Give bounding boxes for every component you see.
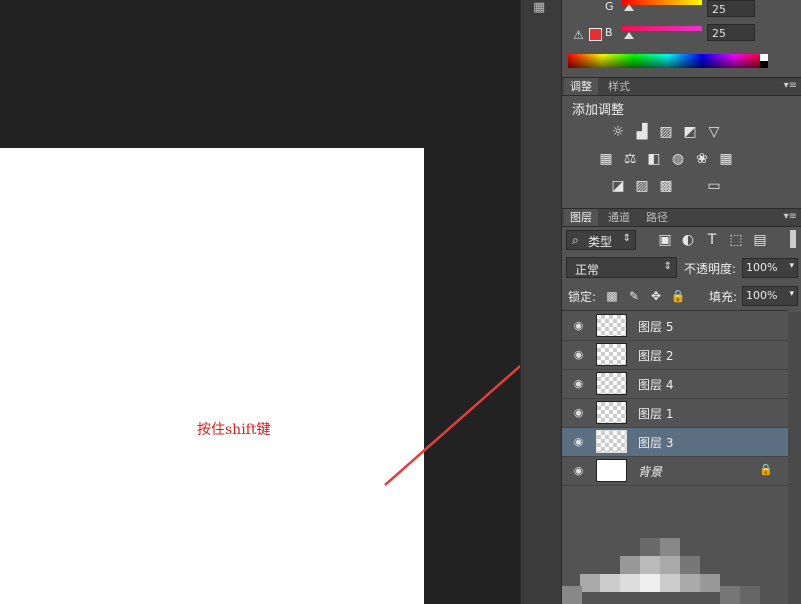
layer-thumbnail (596, 430, 627, 453)
layer-row[interactable]: ◉ 图层 1 (562, 399, 788, 428)
layers-list-divider (562, 310, 788, 311)
blend-mode-value: 正常 (575, 263, 600, 277)
gamut-swatch[interactable] (589, 28, 602, 41)
layer-name[interactable]: 背景 (638, 463, 662, 480)
fill-field[interactable]: 100% ▾ (742, 286, 798, 306)
filter-adjustment-icon[interactable]: ◐ (679, 232, 697, 248)
lock-label: 锁定: (568, 290, 597, 304)
layers-menu-icon[interactable]: ▾≡ (784, 211, 797, 222)
channel-mixer-icon[interactable]: ❀ (693, 151, 711, 167)
exposure-icon[interactable]: ◩ (681, 124, 699, 140)
levels-icon[interactable]: ▟ (633, 124, 651, 140)
layer-thumbnail (596, 343, 627, 366)
hue-saturation-icon[interactable]: ▦ (597, 151, 615, 167)
brightness-icon[interactable]: ☼ (609, 124, 627, 140)
visibility-eye-icon[interactable]: ◉ (572, 348, 585, 361)
layer-name[interactable]: 图层 5 (638, 318, 673, 335)
b-channel-slider[interactable] (622, 26, 702, 31)
layer-row-selected[interactable]: ◉ 图层 3 (562, 428, 788, 457)
tab-paths[interactable]: 路径 (640, 209, 674, 226)
chevron-down-icon[interactable]: ▾ (789, 261, 794, 271)
blend-mode-select[interactable]: 正常 ⇕ (566, 257, 677, 278)
b-channel-label: B (605, 26, 613, 39)
photo-filter-icon[interactable]: ◍ (669, 151, 687, 167)
chevron-down-icon[interactable]: ▾ (789, 289, 794, 299)
panel-dock-gutter (520, 0, 563, 604)
lock-position-icon[interactable]: ✥ (647, 288, 665, 304)
lock-transparency-icon[interactable]: ▩ (603, 288, 621, 304)
layer-row-background[interactable]: ◉ 背景 🔒 (562, 457, 788, 486)
b-value-field[interactable]: 25 (707, 24, 755, 41)
curves-icon[interactable]: ▨ (657, 124, 675, 140)
filter-type-icon[interactable]: T (703, 232, 721, 248)
layer-row[interactable]: ◉ 图层 5 (562, 312, 788, 341)
layer-thumbnail (596, 314, 627, 337)
g-channel-slider[interactable] (622, 0, 702, 5)
layer-row[interactable]: ◉ 图层 2 (562, 341, 788, 370)
g-channel-label: G (605, 0, 614, 13)
filter-pixel-icon[interactable]: ▣ (656, 232, 674, 248)
filter-smart-object-icon[interactable]: ▤ (751, 232, 769, 248)
opacity-label: 不透明度: (684, 262, 737, 276)
opacity-value: 100% (746, 261, 778, 274)
layer-thumbnail (596, 459, 627, 482)
layer-name[interactable]: 图层 1 (638, 405, 673, 422)
color-balance-icon[interactable]: ⚖ (621, 151, 639, 167)
lock-icon: 🔒 (759, 463, 773, 476)
fill-label: 填充: (709, 290, 738, 304)
fill-value: 100% (746, 289, 778, 302)
chevron-updown-icon: ⇕ (622, 233, 631, 244)
opacity-field[interactable]: 100% ▾ (742, 258, 798, 278)
layer-name[interactable]: 图层 4 (638, 376, 673, 393)
layer-thumbnail (596, 372, 627, 395)
b-slider-thumb[interactable] (624, 32, 634, 39)
layer-row[interactable]: ◉ 图层 4 (562, 370, 788, 399)
g-value-field[interactable]: 25 (707, 0, 755, 17)
search-icon: ⌕ (572, 233, 579, 247)
visibility-eye-icon[interactable]: ◉ (572, 406, 585, 419)
visibility-eye-icon[interactable]: ◉ (572, 377, 585, 390)
visibility-eye-icon[interactable]: ◉ (572, 464, 585, 477)
lock-brush-icon[interactable]: ✎ (625, 288, 643, 304)
posterize-icon[interactable]: ▨ (633, 178, 651, 194)
spectrum-white-swatch[interactable] (760, 54, 768, 61)
adjustments-tabbar: 调整 样式 ▾≡ (562, 77, 801, 96)
invert-icon[interactable]: ◪ (609, 178, 627, 194)
layer-thumbnail (596, 401, 627, 424)
filter-label: 类型 (588, 235, 613, 249)
filter-toggle-switch[interactable] (790, 230, 796, 248)
tab-adjustments[interactable]: 调整 (564, 78, 598, 95)
vibrance-icon[interactable]: ▽ (705, 124, 723, 140)
black-white-icon[interactable]: ◧ (645, 151, 663, 167)
layer-name[interactable]: 图层 2 (638, 347, 673, 364)
pixelated-watermark (562, 538, 801, 604)
g-slider-thumb[interactable] (624, 4, 634, 11)
adjustments-title: 添加调整 (572, 103, 625, 118)
color-spectrum-ramp[interactable] (568, 54, 768, 68)
chevron-updown-icon: ⇕ (663, 261, 672, 272)
tab-channels[interactable]: 通道 (602, 209, 636, 226)
visibility-eye-icon[interactable]: ◉ (572, 319, 585, 332)
layers-tabbar: 图层 通道 路径 ▾≡ (562, 208, 801, 227)
panel-toggle-icon[interactable]: ▦ (533, 0, 549, 16)
warning-triangle-icon[interactable]: ⚠ (573, 28, 584, 42)
layer-name[interactable]: 图层 3 (638, 434, 673, 451)
threshold-icon[interactable]: ▩ (657, 178, 675, 194)
gradient-map-icon[interactable]: ▭ (705, 178, 723, 194)
visibility-eye-icon[interactable]: ◉ (572, 435, 585, 448)
lock-all-icon[interactable]: 🔒 (669, 288, 687, 304)
tab-layers[interactable]: 图层 (564, 209, 598, 226)
panel-menu-icon[interactable]: ▾≡ (784, 80, 797, 91)
tab-styles[interactable]: 样式 (602, 78, 636, 95)
color-lookup-icon[interactable]: ▦ (717, 151, 735, 167)
filter-shape-icon[interactable]: ⬚ (727, 232, 745, 248)
layer-filter-select[interactable]: ⌕ 类型 ⇕ (566, 230, 636, 250)
